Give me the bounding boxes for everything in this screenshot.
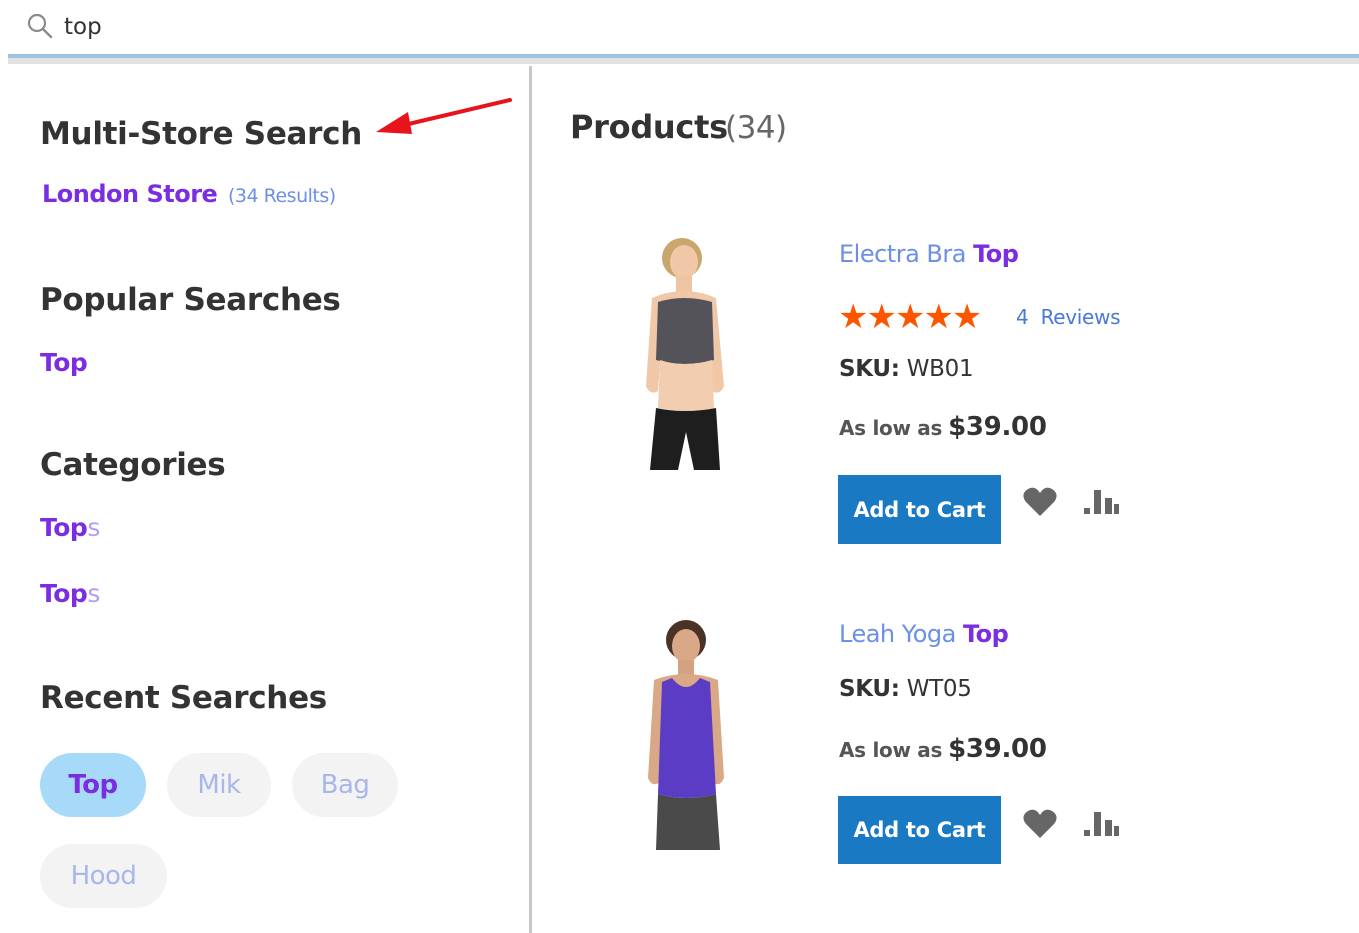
product-image[interactable]: [612, 618, 762, 858]
add-to-cart-button[interactable]: Add to Cart: [838, 796, 1001, 864]
rating-stars: ★★★★★: [838, 297, 982, 337]
recent-search-pill[interactable]: Mik: [167, 753, 271, 817]
popular-search-item[interactable]: Top: [40, 348, 88, 377]
recent-searches-title: Recent Searches: [40, 680, 327, 716]
categories-title: Categories: [40, 447, 226, 483]
product-image[interactable]: [612, 236, 762, 476]
column-divider: [529, 66, 532, 933]
popular-searches-title: Popular Searches: [40, 282, 341, 318]
heart-icon[interactable]: [1022, 486, 1058, 518]
product-name-link[interactable]: Leah Yoga Top: [839, 620, 1009, 648]
category-item[interactable]: Tops: [40, 579, 100, 608]
category-item-match: Top: [40, 513, 88, 542]
recent-search-pill[interactable]: Top: [40, 753, 146, 817]
search-bar: [8, 0, 1359, 54]
product-name-prefix: Electra Bra: [839, 240, 974, 268]
reviews-label: Reviews: [1040, 305, 1121, 329]
product-name-match: Top: [963, 620, 1009, 648]
sku-label: SKU:: [839, 676, 900, 702]
price-label: As low as: [839, 416, 943, 440]
product-sku: SKU: WB01: [839, 356, 974, 382]
multistore-search-title: Multi-Store Search: [40, 116, 363, 152]
price-value: $39.00: [948, 734, 1047, 764]
sku-value: WB01: [906, 356, 974, 382]
category-item[interactable]: Tops: [40, 513, 100, 542]
compare-icon[interactable]: [1084, 486, 1120, 516]
price-value: $39.00: [948, 412, 1047, 442]
search-divider: [8, 58, 1359, 64]
popular-search-item-match: Top: [40, 348, 88, 377]
category-item-rest: s: [87, 579, 100, 608]
search-input[interactable]: [64, 10, 664, 44]
store-results-count: (34 Results): [228, 185, 336, 207]
product-price: As low as $39.00: [839, 412, 1047, 442]
product-sku: SKU: WT05: [839, 676, 972, 702]
products-title: Products: [570, 108, 728, 146]
recent-search-pill[interactable]: Hood: [40, 844, 167, 908]
sku-label: SKU:: [839, 356, 900, 382]
product-name-link[interactable]: Electra Bra Top: [839, 240, 1019, 268]
category-item-rest: s: [87, 513, 100, 542]
reviews-link[interactable]: 4 Reviews: [1016, 305, 1121, 329]
sku-value: WT05: [906, 676, 972, 702]
product-name-prefix: Leah Yoga: [839, 620, 963, 648]
category-item-match: Top: [40, 579, 88, 608]
store-link-london[interactable]: London Store: [42, 180, 218, 208]
recent-search-pill[interactable]: Bag: [292, 753, 398, 817]
product-name-match: Top: [973, 240, 1019, 268]
compare-icon[interactable]: [1084, 808, 1120, 838]
annotation-arrow: [376, 98, 512, 134]
search-icon: [27, 13, 53, 39]
products-count: (34): [725, 110, 787, 146]
reviews-count: 4: [1016, 305, 1029, 329]
product-price: As low as $39.00: [839, 734, 1047, 764]
add-to-cart-button[interactable]: Add to Cart: [838, 475, 1001, 544]
heart-icon[interactable]: [1022, 808, 1058, 840]
price-label: As low as: [839, 738, 943, 762]
